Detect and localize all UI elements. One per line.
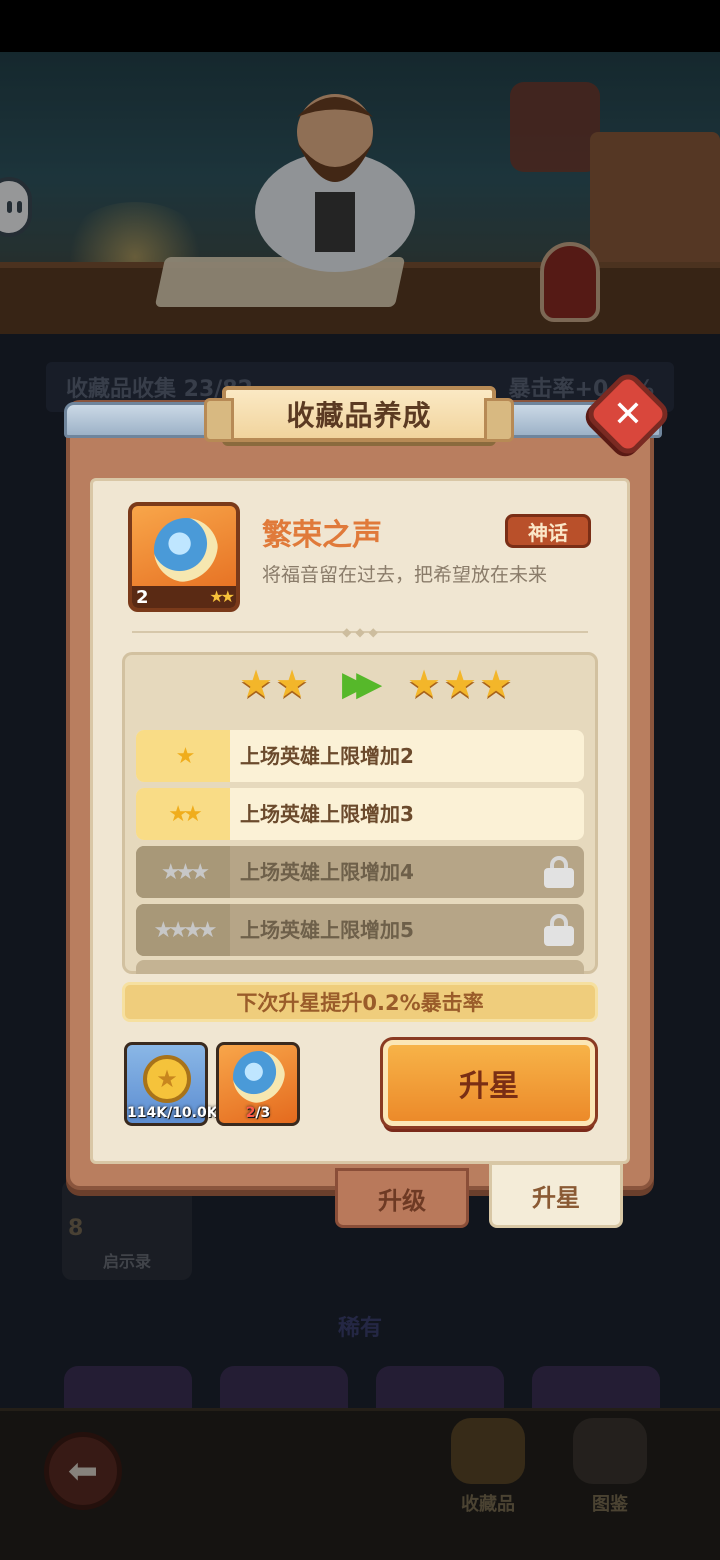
star-icon: ★	[406, 662, 442, 706]
item-star-rating: ★★	[209, 587, 235, 606]
current-stars: ★ ★	[238, 662, 310, 706]
bonus-row: ★ 上场英雄上限增加2	[136, 730, 584, 782]
dialog-title: 收藏品养成	[204, 386, 514, 442]
bonus-stars: ★	[136, 730, 230, 782]
cost-coin[interactable]: ★ 114K/10.0K	[124, 1042, 218, 1126]
bonus-stars: ★★★★	[136, 904, 230, 956]
star-icon: ★	[478, 662, 514, 706]
star-coin-icon: ★	[143, 1055, 191, 1103]
star-up-button[interactable]: 升星	[380, 1037, 598, 1129]
bonus-row-locked: ★★★ 上场英雄上限增加4	[136, 846, 584, 898]
close-icon: ✕	[612, 393, 644, 435]
next-stars: ★ ★ ★	[406, 662, 514, 706]
cost-fragment[interactable]: 2/3	[216, 1042, 300, 1126]
item-description: 将福音留在过去，把希望放在未来	[262, 564, 548, 586]
double-arrow-icon: ▶▶	[342, 664, 382, 704]
sound-swirl-icon	[233, 1051, 285, 1103]
lock-icon	[544, 856, 574, 888]
collectible-icon: 2 ★★	[128, 502, 240, 612]
coin-amount: 114K/10.0K	[127, 1105, 218, 1121]
bonus-row: ★★ 上场英雄上限增加3	[136, 788, 584, 840]
bonus-stars: ★★	[136, 788, 230, 840]
item-level: 2	[136, 587, 149, 608]
bonus-text: 上场英雄上限增加5	[240, 918, 414, 942]
divider-ornament: ◆ ◆ ◆	[342, 625, 378, 639]
star-icon: ★	[442, 662, 478, 706]
rarity-badge: 神话	[505, 514, 591, 548]
sound-swirl-icon	[154, 518, 218, 582]
star-icon: ★	[274, 662, 310, 706]
star-icon: ★	[238, 662, 274, 706]
next-star-bonus: 下次升星提升0.2%暴击率	[122, 982, 598, 1022]
lock-icon	[544, 914, 574, 946]
tab-level-up[interactable]: 升级	[335, 1168, 469, 1228]
item-name: 繁荣之声	[262, 518, 382, 553]
bonus-text: 上场英雄上限增加3	[240, 802, 414, 826]
bonus-text: 上场英雄上限增加4	[240, 860, 414, 884]
bonus-text: 上场英雄上限增加2	[240, 744, 414, 768]
fragment-amount: 2/3	[245, 1105, 271, 1121]
bonus-row-partial	[136, 960, 584, 974]
tab-star-up[interactable]: 升星	[489, 1162, 623, 1228]
bonus-stars: ★★★	[136, 846, 230, 898]
bonus-row-locked: ★★★★ 上场英雄上限增加5	[136, 904, 584, 956]
